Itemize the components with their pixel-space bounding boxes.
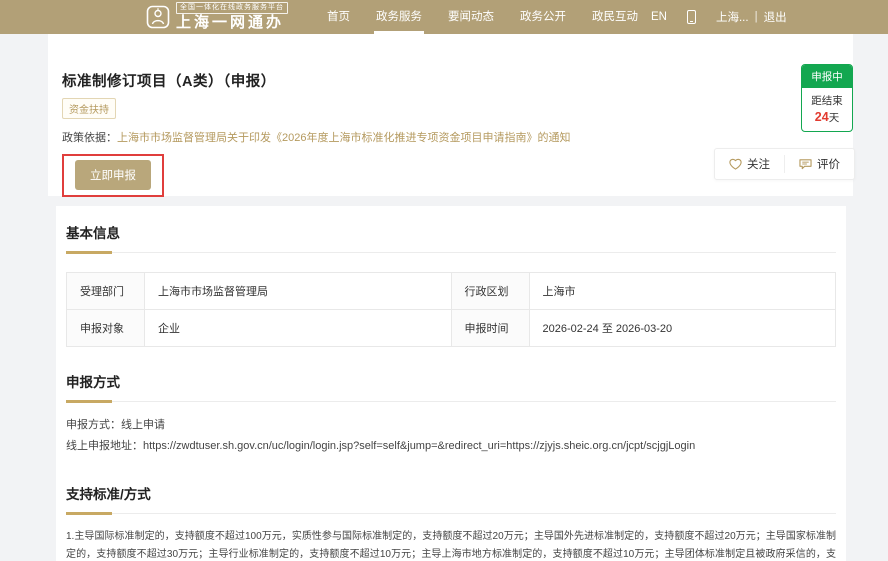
section-title: 申报方式 [66, 375, 120, 390]
divider: | [754, 11, 758, 23]
cell-label: 行政区划 [450, 272, 530, 310]
section-apply-method: 申报方式 申报方式：线上申请 线上申报地址：https://zwdtuser.s… [66, 371, 836, 457]
table-row: 受理部门 上海市市场监督管理局 行政区划 上海市 [66, 272, 836, 310]
status-badge: 申报中 距结束 24天 [801, 64, 853, 132]
deadline-countdown: 24天 [814, 110, 840, 124]
detail-card: 基本信息 受理部门 上海市市场监督管理局 行政区划 上海市 申报对象 企业 申报… [56, 206, 846, 561]
apply-url-line: 线上申报地址：https://zwdtuser.sh.gov.cn/uc/log… [66, 439, 696, 452]
section-support-standard: 支持标准/方式 1.主导国际标准制定的，支持额度不超过100万元，实质性参与国际… [66, 483, 836, 561]
comment-button[interactable]: 评价 [785, 149, 854, 179]
policy-basis-line: 政策依据：上海市市场监督管理局关于印发《2026年度上海市标准化推进专项资金项目… [62, 129, 839, 145]
funding-support-tag: 资金扶持 [62, 98, 116, 119]
status-state: 申报中 [802, 65, 852, 88]
cell-label: 受理部门 [66, 272, 145, 310]
comment-bubble-icon [799, 159, 812, 170]
cell-value: 2026-02-24 至 2026-03-20 [528, 309, 836, 347]
support-standard-text: 1.主导国际标准制定的，支持额度不超过100万元，实质性参与国际标准制定的，支持… [66, 530, 836, 561]
policy-basis-label: 政策依据： [62, 132, 117, 144]
follow-button[interactable]: 关注 [715, 149, 784, 179]
platform-subtitle: 全国一体化在线政务服务平台 [176, 2, 288, 15]
nav-item-interaction[interactable]: 政民互动 [579, 0, 651, 34]
service-title-card: 标准制修订项目（A类）（申报） 资金扶持 政策依据：上海市市场监督管理局关于印发… [48, 34, 855, 197]
mobile-phone-icon[interactable] [686, 10, 696, 24]
user-name[interactable]: 上海... [716, 9, 749, 25]
section-title: 支持标准/方式 [66, 486, 151, 502]
cell-value: 上海市市场监督管理局 [144, 272, 452, 310]
apply-now-button[interactable]: 立即申报 [75, 160, 151, 190]
basic-info-table: 受理部门 上海市市场监督管理局 行政区划 上海市 申报对象 企业 申报时间 20… [66, 272, 836, 347]
apply-method-line: 申报方式：线上申请 [66, 419, 165, 431]
gold-underline [66, 511, 112, 515]
cell-value: 上海市 [528, 272, 836, 310]
policy-document-link[interactable]: 上海市市场监督管理局关于印发《2026年度上海市标准化推进专项资金项目申请指南》… [117, 132, 570, 144]
gold-underline [66, 400, 112, 403]
deadline-label: 距结束 [811, 95, 843, 107]
nav-item-news[interactable]: 要闻动态 [435, 0, 507, 34]
site-brand: 上海一网通办 [176, 14, 285, 32]
section-title: 基本信息 [66, 226, 120, 241]
section-basic-info: 基本信息 [66, 222, 836, 254]
nav-item-home[interactable]: 首页 [314, 0, 363, 34]
shanghai-govt-logo-icon [146, 5, 170, 29]
language-toggle[interactable]: EN [651, 11, 667, 23]
main-nav: 首页 政务服务 要闻动态 政务公开 政民互动 [314, 0, 651, 34]
gold-underline [66, 251, 112, 254]
nav-item-services[interactable]: 政务服务 [363, 0, 435, 34]
cell-label: 申报时间 [450, 309, 530, 347]
user-menu: 上海... | 退出 [716, 9, 787, 25]
top-navbar: 全国一体化在线政务服务平台 上海一网通办 首页 政务服务 要闻动态 政务公开 政… [0, 0, 888, 34]
header-right-group: EN 上海... | 退出 [651, 9, 787, 25]
cell-label: 申报对象 [66, 309, 145, 347]
site-logo[interactable]: 全国一体化在线政务服务平台 上海一网通办 [146, 2, 288, 31]
cell-value: 企业 [144, 309, 452, 347]
table-row: 申报对象 企业 申报时间 2026-02-24 至 2026-03-20 [66, 309, 836, 347]
nav-item-disclosure[interactable]: 政务公开 [507, 0, 579, 34]
page-title: 标准制修订项目（A类）（申报） [62, 74, 276, 90]
logout-link[interactable]: 退出 [764, 9, 787, 25]
follow-comment-card: 关注 评价 [714, 148, 855, 180]
heart-icon [729, 158, 742, 170]
